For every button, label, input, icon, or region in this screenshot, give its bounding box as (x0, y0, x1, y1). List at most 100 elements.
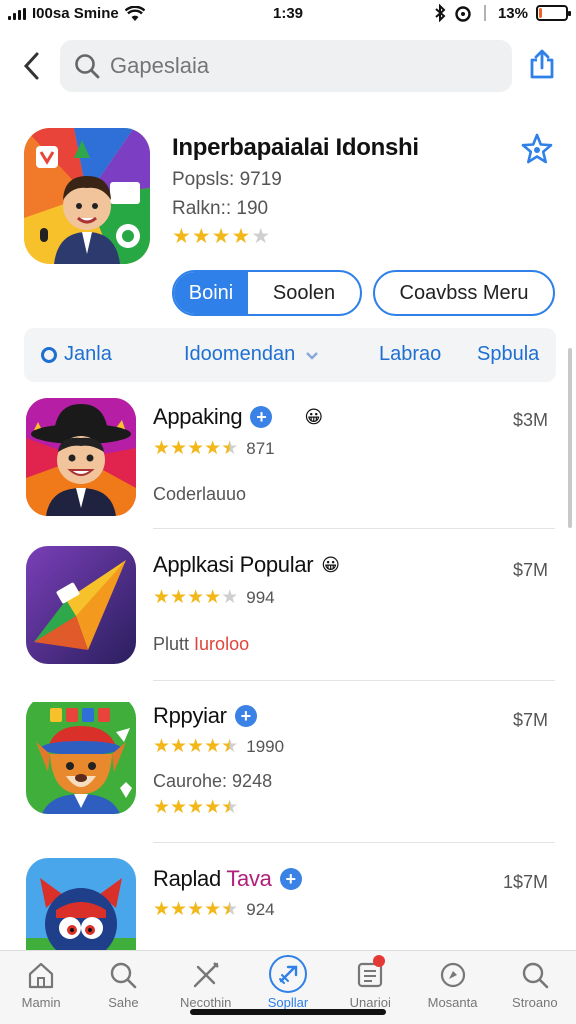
rating-stars: ★★★★★ (153, 735, 238, 758)
chevron-down-icon (306, 351, 319, 360)
star-icon: ★ (251, 225, 272, 248)
active-tab-ring (268, 955, 307, 993)
tab-explore[interactable]: Mosanta (411, 951, 493, 1024)
featured-artwork (24, 128, 150, 264)
star-icon: ★ (191, 225, 212, 248)
app-subtitle: Coderlauuo (153, 484, 247, 504)
star-icon: ★ (204, 797, 222, 818)
app-subtitle: Plutt Iuroloo (153, 634, 249, 655)
app-name-text: Applkasi Popular (153, 552, 314, 577)
star-icon: ★ (187, 797, 205, 818)
star-icon: ★ (221, 587, 239, 608)
battery-percent: 13% (497, 4, 528, 22)
tools-icon (193, 962, 219, 988)
filter-item-labrao[interactable]: Labrao (379, 343, 441, 366)
star-icon: ★ (187, 899, 205, 920)
star-icon: ★ (187, 438, 205, 459)
star-icon: ★ (204, 587, 222, 608)
rating-stars: ★★★★★ (153, 898, 238, 921)
battery-fill (539, 8, 543, 18)
tab-label: Necothin (180, 995, 232, 1010)
verified-badge-icon: + (250, 406, 273, 428)
app-artwork (26, 398, 136, 516)
verified-badge-icon: + (279, 868, 302, 890)
tab-label: Stroano (512, 995, 558, 1010)
star-icon: ★ (204, 438, 222, 459)
app-rating: ★★★★★ 1990 (153, 735, 284, 758)
search-icon (111, 962, 137, 989)
app-icon (26, 546, 136, 664)
tab-search[interactable]: Sahe (82, 951, 164, 1024)
star-icon: ★ (221, 797, 239, 818)
star-icon: ★ (231, 225, 252, 248)
star-icon: ★ (153, 587, 171, 608)
app-name: Raplad Tava + (153, 866, 302, 892)
search-input[interactable] (110, 53, 490, 79)
segment-other[interactable]: Soolen (248, 272, 360, 314)
tab-search-2[interactable]: Stroano (494, 951, 576, 1024)
filter-label: Labrao (379, 343, 442, 365)
home-icon (29, 962, 54, 989)
home-indicator (190, 1009, 386, 1015)
app-name: Appaking + 😀 (153, 404, 323, 430)
rating-count: 1990 (246, 736, 285, 756)
scrollbar[interactable] (568, 348, 572, 528)
segmented-control: Boini Soolen (172, 270, 362, 316)
featured-action-button[interactable]: Coavbss Meru (373, 270, 555, 316)
filter-label: Spbula (477, 343, 540, 365)
star-icon: ★ (211, 225, 232, 248)
search-icon (75, 54, 100, 79)
star-icon: ★ (153, 797, 171, 818)
status-right: 13% (434, 4, 571, 22)
app-name-text: Appaking (153, 404, 243, 429)
back-button[interactable] (14, 48, 50, 84)
filter-item-janla[interactable]: Janla (40, 343, 112, 366)
app-price: $7M (512, 560, 548, 580)
star-icon: ★ (170, 438, 188, 459)
app-price: $7M (512, 710, 548, 730)
star-icon: ★ (153, 899, 171, 920)
star-icon: ★ (170, 899, 188, 920)
rating-stars: ★★★★★ (153, 437, 238, 460)
app-subtitle: Caurohe: 9248 (153, 771, 273, 791)
star-icon: ★ (172, 225, 192, 248)
app-name: Rppyiar + (153, 703, 257, 729)
location-dot-icon (41, 346, 57, 363)
app-name-text: Raplad Tava (153, 866, 272, 892)
app-rating: ★★★★★ 924 (153, 898, 275, 921)
star-icon: ★ (187, 736, 205, 757)
rating-count: 994 (246, 587, 275, 607)
alarm-icon (455, 6, 471, 22)
filter-bar: Janla Idoomendan Labrao Spbula (24, 328, 556, 382)
app-price: 1$7M (502, 872, 548, 892)
star-icon: ★ (221, 736, 239, 757)
share-button[interactable] (522, 44, 562, 84)
featured-rating-stars: ★★★★★ (172, 224, 271, 249)
tab-label: Unarioi (349, 995, 391, 1010)
featured-app-icon[interactable] (24, 128, 150, 264)
star-icon: ★ (170, 587, 188, 608)
app-rating: ★★★★★ 871 (153, 437, 275, 460)
rotation-lock-icon (484, 5, 486, 21)
filter-item-dropdown[interactable]: Idoomendan (184, 343, 323, 366)
tab-label: Mosanta (427, 995, 478, 1010)
emoji-badge-icon: 😀 (304, 406, 323, 427)
share-icon (530, 49, 554, 79)
star-icon: ★ (170, 797, 188, 818)
filter-item-spbula[interactable]: Spbula (477, 343, 539, 366)
app-rating-secondary: ★★★★★ (153, 796, 238, 819)
favorite-star-icon[interactable] (520, 132, 554, 166)
app-icon (26, 696, 136, 814)
search-bar[interactable] (60, 40, 512, 92)
divider (153, 842, 555, 843)
segment-selected[interactable]: Boini (174, 272, 248, 314)
featured-rank: Ralkn:: 190 (172, 198, 269, 219)
status-bar: I00sa Smine 1:39 13% (0, 0, 576, 30)
filter-label: Janla (64, 343, 112, 365)
star-icon: ★ (204, 736, 222, 757)
star-icon: ★ (204, 899, 222, 920)
chevron-left-icon (23, 52, 39, 80)
app-name-text: Rppyiar (153, 703, 227, 728)
tab-home[interactable]: Mamin (0, 951, 82, 1024)
star-icon: ★ (153, 438, 171, 459)
